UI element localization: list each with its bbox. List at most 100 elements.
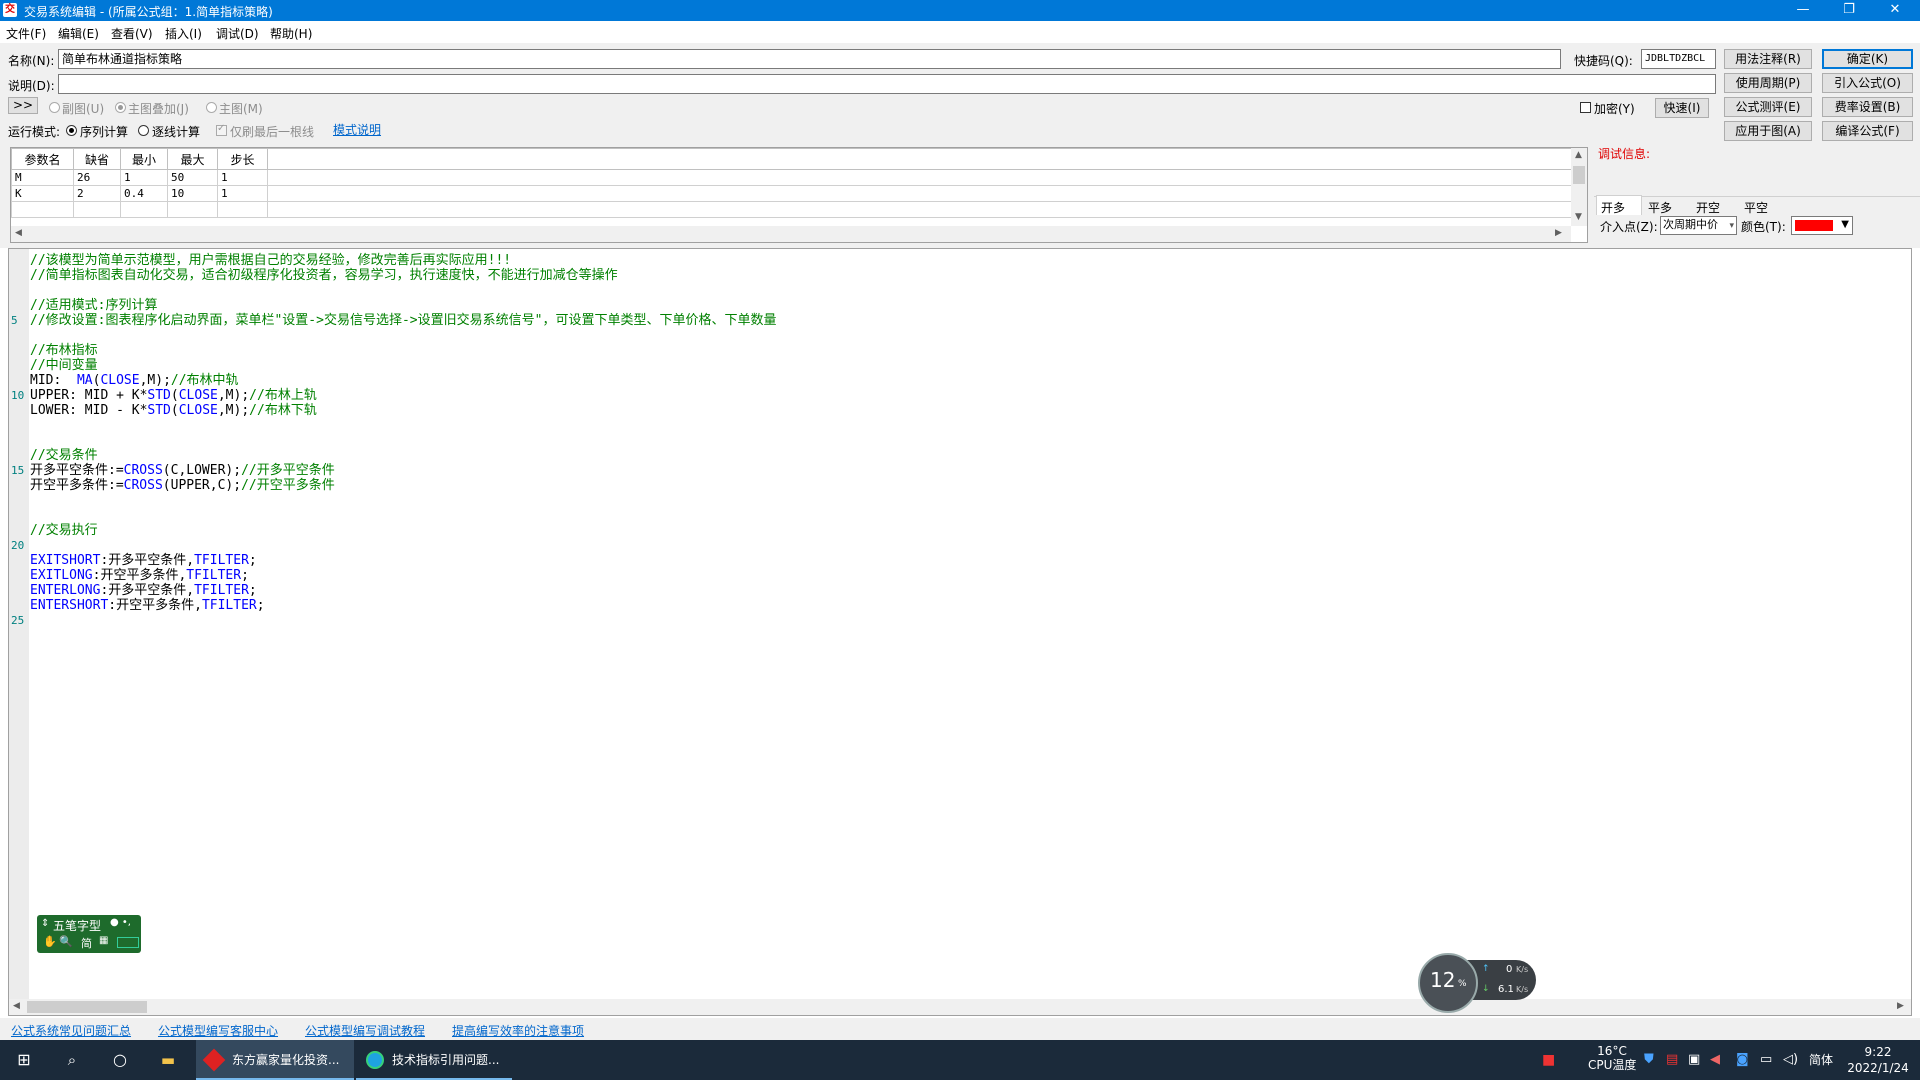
taskbar-app-browser[interactable]: 技术指标引用问题...	[356, 1040, 512, 1080]
compile-formula-button[interactable]: 编译公式(F)	[1822, 121, 1913, 141]
search-icon[interactable]: 🔍	[59, 935, 73, 948]
scroll-up-icon[interactable]: ▲	[1575, 150, 1582, 160]
scroll-left-icon[interactable]: ◀	[13, 1001, 20, 1011]
menu-help[interactable]: 帮助(H)	[270, 25, 312, 42]
param-horizontal-scrollbar[interactable]: ◀ ▶	[11, 226, 1571, 242]
tutorial-link[interactable]: 公式模型编写调试教程	[305, 1022, 425, 1039]
tab-close-short[interactable]: 平空	[1744, 199, 1768, 216]
taskbar-app-trading[interactable]: 东方赢家量化投资...	[196, 1040, 354, 1080]
encrypt-checkbox[interactable]	[1580, 102, 1591, 113]
input-language[interactable]: 简体	[1809, 1040, 1833, 1080]
restore-button[interactable]: ❐	[1826, 0, 1872, 21]
usage-notes-button[interactable]: 用法注释(R)	[1724, 49, 1812, 69]
param-vertical-scrollbar[interactable]: ▲ ▼	[1571, 148, 1587, 226]
code-comment: //该模型为简单示范模型，用户需根据自己的交易经验，修改完善后再实际应用!!!	[30, 253, 512, 268]
code-editor[interactable]: 5 10 15 20 25 //该模型为简单示范模型，用户需根据自己的交易经验，修改完善…	[8, 248, 1912, 1016]
main-overlay-radio[interactable]	[115, 102, 126, 113]
display-icon[interactable]: ▭	[1760, 1040, 1776, 1080]
fast-button[interactable]: 快速(I)	[1655, 98, 1709, 118]
sync-icon[interactable]: ◙	[1736, 1040, 1752, 1080]
param-cell[interactable]: 50	[167, 169, 218, 186]
menu-debug[interactable]: 调试(D)	[216, 25, 259, 42]
fee-settings-button[interactable]: 费率设置(B)	[1822, 97, 1913, 117]
network-icon[interactable]: ▣	[1688, 1040, 1704, 1080]
volume-icon[interactable]: ◁)	[1783, 1040, 1799, 1080]
mode-help-link[interactable]: 模式说明	[333, 121, 381, 138]
ime-toolbar[interactable]: ⇕ 五笔字型 ● •, ✋ 🔍 简 ▦	[37, 915, 141, 953]
tray-app-icon[interactable]: ■	[1542, 1040, 1562, 1080]
param-cell[interactable]: 1	[217, 185, 268, 202]
param-cell[interactable]	[167, 201, 218, 218]
close-button[interactable]: ✕	[1872, 0, 1918, 21]
speaker-alert-icon[interactable]: ◀	[1710, 1040, 1726, 1080]
import-formula-button[interactable]: 引入公式(O)	[1822, 73, 1913, 93]
shortcode-input[interactable]: JDBLTDZBCL	[1641, 49, 1716, 69]
col-header-name[interactable]: 参数名	[11, 148, 74, 170]
param-cell[interactable]: 1	[120, 169, 168, 186]
param-cell[interactable]: M	[11, 169, 74, 186]
grid-icon[interactable]: ▦	[99, 935, 108, 946]
menu-view[interactable]: 查看(V)	[111, 25, 153, 42]
param-cell[interactable]: 2	[73, 185, 121, 202]
entry-point-select[interactable]: 次周期中价 ▾	[1660, 216, 1737, 235]
tab-open-short[interactable]: 开空	[1696, 199, 1720, 216]
param-cell[interactable]: 1	[217, 169, 268, 186]
file-explorer-icon[interactable]: ▬	[144, 1040, 192, 1080]
search-icon[interactable]: ⌕	[48, 1040, 96, 1080]
ok-button[interactable]: 确定(K)	[1822, 49, 1913, 69]
cpu-temp-widget[interactable]: 16°C CPU温度	[1588, 1044, 1636, 1080]
code-comment: //中间变量	[30, 358, 98, 373]
keyboard-icon[interactable]	[117, 937, 139, 948]
formula-test-button[interactable]: 公式测评(E)	[1724, 97, 1812, 117]
param-cell[interactable]: 26	[73, 169, 121, 186]
ime-simplified-label[interactable]: 简	[81, 935, 92, 951]
param-cell[interactable]: 10	[167, 185, 218, 202]
scroll-thumb[interactable]	[27, 1001, 147, 1013]
scroll-right-icon[interactable]: ▶	[1555, 228, 1562, 238]
menu-insert[interactable]: 插入(I)	[165, 25, 202, 42]
param-cell[interactable]: K	[11, 185, 74, 202]
editor-horizontal-scrollbar[interactable]: ◀ ▶	[9, 999, 1911, 1015]
clock[interactable]: 9:22 2022/1/24	[1846, 1044, 1910, 1080]
ime-expand-icon[interactable]: ⇕	[41, 918, 49, 929]
scroll-thumb[interactable]	[1573, 166, 1585, 184]
param-cell[interactable]	[120, 201, 168, 218]
support-center-link[interactable]: 公式模型编写客服中心	[158, 1022, 278, 1039]
col-header-min[interactable]: 最小	[120, 148, 168, 170]
run-sequence-radio[interactable]	[66, 125, 77, 136]
ime-punct-icon[interactable]: ● •,	[110, 917, 131, 928]
main-chart-radio[interactable]	[206, 102, 217, 113]
code-line: UPPER: MID + K*STD(CLOSE,M);//布林上轨	[30, 388, 317, 403]
use-period-button[interactable]: 使用周期(P)	[1724, 73, 1812, 93]
menu-edit[interactable]: 编辑(E)	[58, 25, 99, 42]
menu-file[interactable]: 文件(F)	[6, 25, 46, 42]
minimize-button[interactable]: —	[1780, 0, 1826, 21]
last-bar-only-checkbox[interactable]	[216, 123, 227, 136]
apply-to-chart-button[interactable]: 应用于图(A)	[1724, 121, 1812, 141]
pdf-icon[interactable]: ▤	[1666, 1040, 1682, 1080]
expand-button[interactable]: >>	[8, 97, 38, 114]
tab-close-long[interactable]: 平多	[1648, 199, 1672, 216]
col-header-max[interactable]: 最大	[167, 148, 218, 170]
scroll-left-icon[interactable]: ◀	[15, 228, 22, 238]
shield-icon[interactable]: ⛊	[1644, 1040, 1660, 1080]
param-cell[interactable]	[11, 201, 74, 218]
faq-link[interactable]: 公式系统常见问题汇总	[11, 1022, 131, 1039]
sub-chart-radio[interactable]	[49, 102, 60, 113]
col-header-default[interactable]: 缺省	[73, 148, 121, 170]
color-select[interactable]: ▼	[1791, 216, 1853, 235]
run-tick-radio[interactable]	[138, 125, 149, 136]
efficiency-tips-link[interactable]: 提高编写效率的注意事项	[452, 1022, 584, 1039]
param-cell[interactable]	[217, 201, 268, 218]
param-cell[interactable]	[73, 201, 121, 218]
description-input[interactable]	[58, 74, 1716, 94]
param-cell[interactable]: 0.4	[120, 185, 168, 202]
scroll-down-icon[interactable]: ▼	[1575, 212, 1582, 222]
cortana-icon[interactable]: ○	[96, 1040, 144, 1080]
hand-icon[interactable]: ✋	[43, 935, 57, 948]
start-icon[interactable]: ⊞	[0, 1040, 48, 1080]
col-header-step[interactable]: 步长	[217, 148, 268, 170]
tab-open-long[interactable]: 开多	[1601, 199, 1625, 216]
scroll-right-icon[interactable]: ▶	[1897, 1001, 1904, 1011]
name-input[interactable]: 简单布林通道指标策略	[58, 49, 1561, 69]
